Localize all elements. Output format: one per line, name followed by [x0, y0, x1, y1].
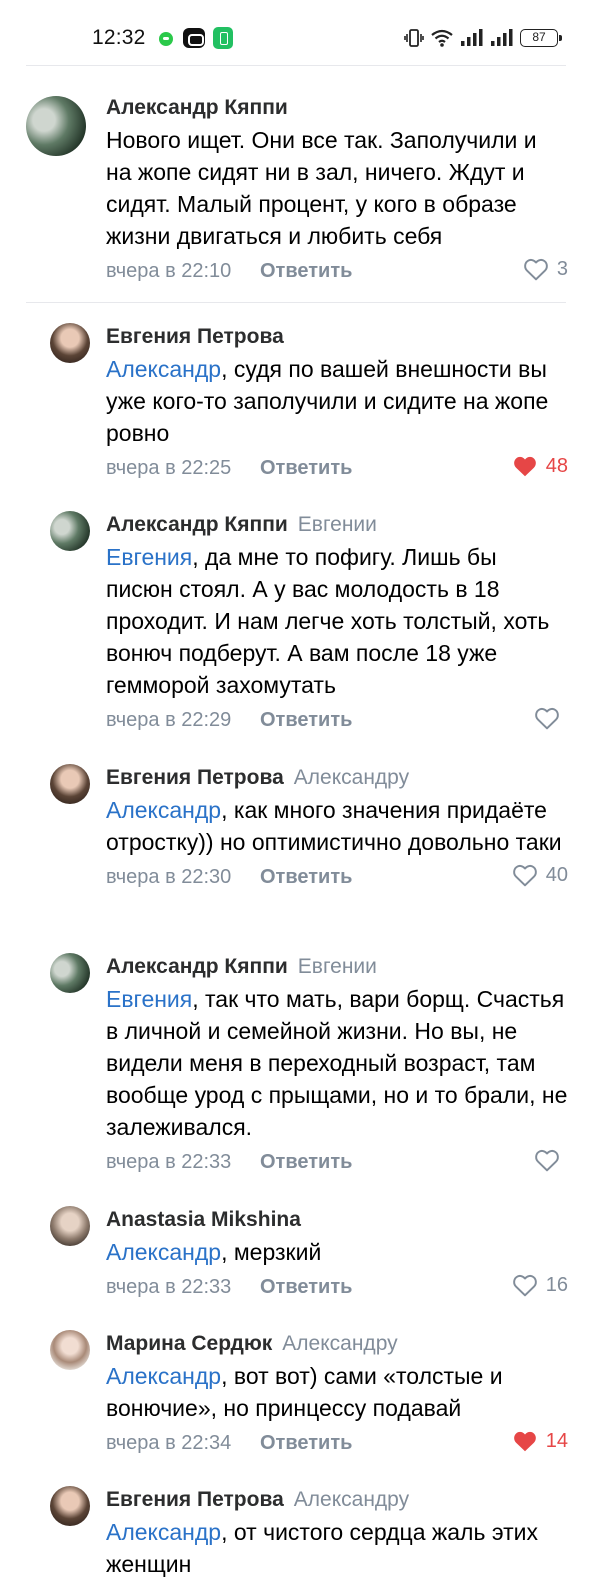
mention-link[interactable]: Евгения — [106, 986, 192, 1012]
like-button[interactable]: 40 — [512, 863, 568, 887]
heart-filled-icon — [513, 456, 536, 477]
avatar[interactable] — [50, 1206, 90, 1246]
like-button[interactable]: 3 — [523, 257, 568, 281]
like-count: 48 — [545, 454, 568, 477]
comment-author[interactable]: Евгения Петрова — [106, 766, 284, 789]
mention-link[interactable]: Александр — [106, 1239, 221, 1265]
reply-button[interactable]: Ответить — [260, 866, 352, 889]
reply-to-label[interactable]: Александру — [282, 1332, 397, 1355]
comment-author[interactable]: Евгения Петрова — [106, 325, 284, 348]
heart-outline-icon — [512, 864, 537, 887]
reply-button[interactable]: Ответить — [260, 457, 352, 480]
status-bar: 12:32 87 — [0, 0, 600, 64]
comment-author[interactable]: Евгения Петрова — [106, 1488, 284, 1511]
comment-time: вчера в 22:30 — [106, 866, 232, 888]
reply-to-label[interactable]: Александру — [294, 766, 409, 789]
reply-button[interactable]: Ответить — [260, 1276, 352, 1299]
battery-indicator: 87 — [520, 29, 562, 47]
like-count: 3 — [556, 257, 568, 280]
app-icon — [183, 28, 205, 48]
comment-time: вчера в 22:34 — [106, 1432, 232, 1454]
like-button[interactable]: 48 — [512, 454, 568, 478]
comment-time: вчера в 22:25 — [106, 457, 232, 479]
heart-outline-icon — [535, 707, 559, 730]
comment-time: вчера в 22:33 — [106, 1276, 232, 1298]
like-button[interactable]: 16 — [512, 1273, 568, 1297]
avatar[interactable] — [50, 323, 90, 363]
avatar[interactable] — [50, 511, 90, 551]
comment-author[interactable]: Александр Кяппи — [106, 955, 288, 978]
divider — [26, 65, 566, 66]
avatar[interactable] — [26, 96, 86, 156]
reply-button[interactable]: Ответить — [260, 260, 352, 283]
wifi-icon — [431, 29, 453, 47]
reply-to-label[interactable]: Александру — [294, 1488, 409, 1511]
status-icons: 87 — [404, 27, 562, 49]
reply-to-label[interactable]: Евгении — [298, 513, 377, 536]
mention-link[interactable]: Александр — [106, 356, 221, 382]
comment-author[interactable]: Anastasia Mikshina — [106, 1208, 301, 1231]
comment-author[interactable]: Александр Кяппи — [106, 513, 288, 536]
heart-outline-icon — [535, 1149, 559, 1172]
reply-to-label[interactable]: Евгении — [298, 955, 377, 978]
mention-link[interactable]: Александр — [106, 1519, 221, 1545]
avatar[interactable] — [50, 1330, 90, 1370]
reply-button[interactable]: Ответить — [260, 709, 352, 732]
avatar[interactable] — [50, 953, 90, 993]
heart-filled-icon — [513, 1431, 536, 1452]
reply-button[interactable]: Ответить — [260, 1151, 352, 1174]
divider — [26, 302, 566, 303]
like-button[interactable] — [534, 1148, 568, 1172]
comment-author[interactable]: Александр Кяппи — [106, 96, 288, 119]
comment-text: , мерзкий — [221, 1239, 322, 1265]
messages-app-icon — [159, 32, 173, 46]
like-button[interactable]: 14 — [512, 1429, 568, 1453]
comment-author[interactable]: Марина Сердюк — [106, 1332, 272, 1355]
comment-text: Нового ищет. Они все так. Заполучили и н… — [106, 127, 537, 249]
like-count: 16 — [545, 1273, 568, 1296]
status-time: 12:32 — [92, 26, 146, 49]
like-count: 14 — [545, 1429, 568, 1452]
comment-time: вчера в 22:33 — [106, 1151, 232, 1173]
mention-link[interactable]: Евгения — [106, 544, 192, 570]
battery-saver-icon — [213, 27, 233, 49]
reply-button[interactable]: Ответить — [260, 1432, 352, 1455]
like-count: 40 — [545, 863, 568, 886]
avatar[interactable] — [50, 764, 90, 804]
mention-link[interactable]: Александр — [106, 797, 221, 823]
avatar[interactable] — [50, 1486, 90, 1526]
signal-icon — [491, 29, 513, 46]
vibrate-icon — [404, 29, 424, 47]
heart-outline-icon — [524, 258, 548, 281]
comment-time: вчера в 22:10 — [106, 260, 232, 282]
like-button[interactable] — [534, 706, 568, 730]
heart-outline-icon — [512, 1274, 537, 1297]
signal-icon — [461, 29, 483, 46]
comment-time: вчера в 22:29 — [106, 709, 232, 731]
mention-link[interactable]: Александр — [106, 1363, 221, 1389]
